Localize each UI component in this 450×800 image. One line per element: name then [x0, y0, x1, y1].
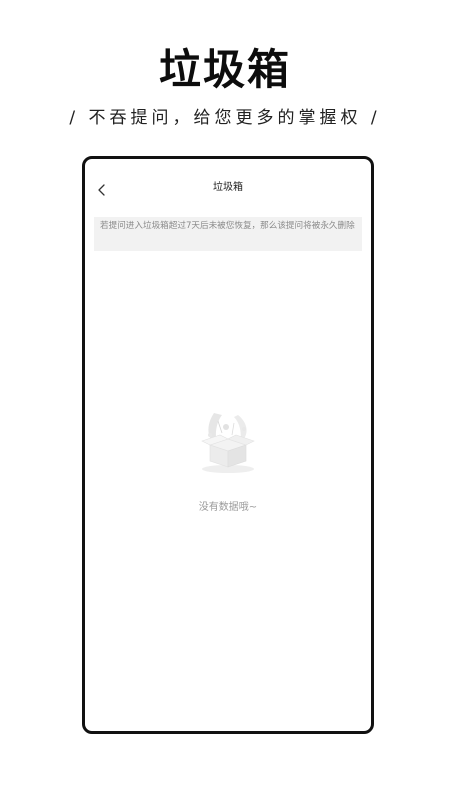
- promo-title: 垃圾箱: [158, 45, 291, 94]
- empty-state-text: 没有数据哦~: [198, 502, 258, 513]
- phone-frame: 垃圾箱 若提问进入垃圾箱超过7天后未被您恢复，那么该提问将被永久删除 没有数据哦…: [82, 156, 374, 734]
- nav-bar: 垃圾箱: [85, 159, 371, 219]
- promo-subtitle: / 不吞提问，给您更多的掌握权 /: [69, 108, 381, 128]
- trash-notice: 若提问进入垃圾箱超过7天后未被您恢复，那么该提问将被永久删除: [94, 217, 362, 251]
- empty-box-illustration: [201, 413, 255, 473]
- screen-title: 垃圾箱: [213, 182, 243, 193]
